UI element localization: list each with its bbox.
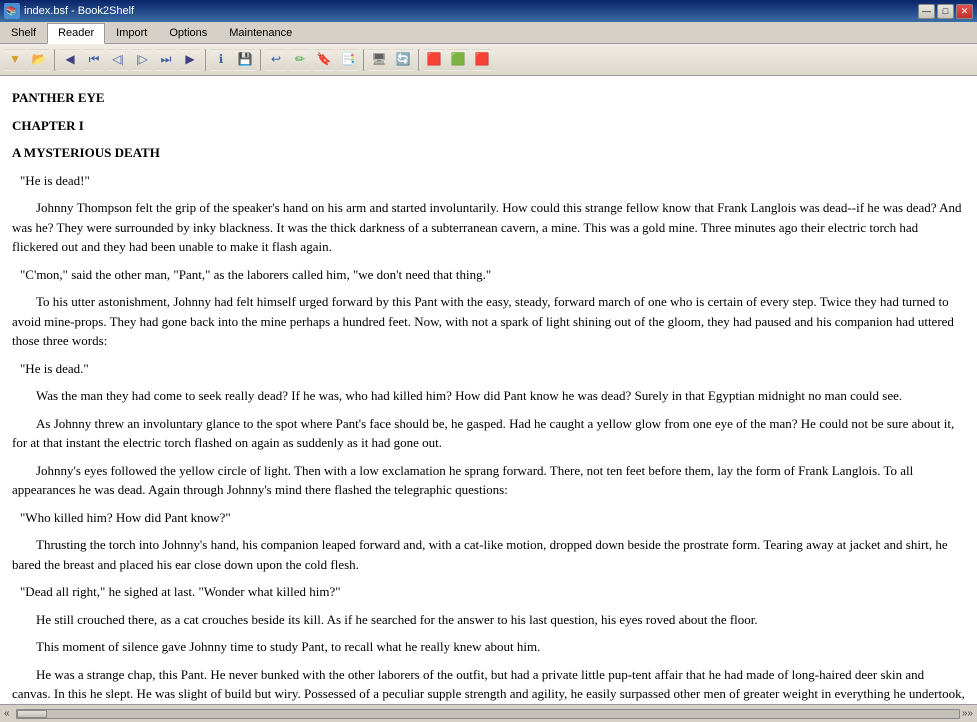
menu-bar: Shelf Reader Import Options Maintenance: [0, 22, 977, 44]
back-button[interactable]: ◀: [59, 49, 81, 71]
tab-maintenance[interactable]: Maintenance: [218, 22, 303, 43]
close-button[interactable]: ✕: [956, 4, 973, 19]
app-icon: 📚: [4, 3, 20, 19]
window-controls: — □ ✕: [918, 4, 973, 19]
paragraph-13: This moment of silence gave Johnny time …: [12, 637, 965, 657]
paragraph-7: As Johnny threw an involuntary glance to…: [12, 414, 965, 453]
paragraph-9: "Who killed him? How did Pant know?": [12, 508, 965, 528]
book-content[interactable]: PANTHER EYE CHAPTER I A MYSTERIOUS DEATH…: [0, 76, 977, 704]
bookmark-mgr-button[interactable]: 📑: [337, 49, 359, 71]
paragraph-1: "He is dead!": [12, 171, 965, 191]
toolbar-separator-2: [205, 49, 206, 71]
red-action-button[interactable]: 🟥: [423, 49, 445, 71]
tab-reader[interactable]: Reader: [47, 23, 105, 44]
app-title: index.bsf - Book2Shelf: [24, 5, 134, 17]
edit-button[interactable]: ✏: [289, 49, 311, 71]
forward-button[interactable]: ⏭: [155, 49, 177, 71]
open-dropdown-button[interactable]: ▼: [4, 49, 26, 71]
horizontal-scrollbar[interactable]: [16, 709, 960, 719]
toolbar-separator-5: [418, 49, 419, 71]
open-button[interactable]: 📂: [28, 49, 50, 71]
toolbar-separator-3: [260, 49, 261, 71]
minimize-button[interactable]: —: [918, 4, 935, 19]
toolbar: ▼ 📂 ◀ ⏮ ◁| |▷ ⏭ ▶ ℹ 💾 ↩ ✏ 🔖 📑 🖥 🔄 🟥 🟩 🟥: [0, 44, 977, 76]
paragraph-10: Thrusting the torch into Johnny's hand, …: [12, 535, 965, 574]
paragraph-3: "C'mon," said the other man, "Pant," as …: [12, 265, 965, 285]
paragraph-4: To his utter astonishment, Johnny had fe…: [12, 292, 965, 351]
paragraph-6: Was the man they had come to seek really…: [12, 386, 965, 406]
title-bar: 📚 index.bsf - Book2Shelf — □ ✕: [0, 0, 977, 22]
scrollbar-thumb[interactable]: [17, 710, 47, 718]
bookmark-add-button[interactable]: 🔖: [313, 49, 335, 71]
undo-button[interactable]: ↩: [265, 49, 287, 71]
scroll-left-icon[interactable]: «: [4, 708, 10, 719]
paragraph-8: Johnny's eyes followed the yellow circle…: [12, 461, 965, 500]
paragraph-11: "Dead all right," he sighed at last. "Wo…: [12, 582, 965, 602]
status-bar: « »»: [0, 704, 977, 722]
section-title: A MYSTERIOUS DEATH: [12, 143, 965, 163]
title-bar-left: 📚 index.bsf - Book2Shelf: [4, 3, 134, 19]
paragraph-14: He was a strange chap, this Pant. He nev…: [12, 665, 965, 705]
green-action-button[interactable]: 🟩: [447, 49, 469, 71]
close-action-button[interactable]: 🟥: [471, 49, 493, 71]
paragraph-12: He still crouched there, as a cat crouch…: [12, 610, 965, 630]
maximize-button[interactable]: □: [937, 4, 954, 19]
paragraph-5: "He is dead.": [12, 359, 965, 379]
toolbar-separator-1: [54, 49, 55, 71]
prev-page-button[interactable]: ◁|: [107, 49, 129, 71]
info-button[interactable]: ℹ: [210, 49, 232, 71]
display-button[interactable]: 🖥: [368, 49, 390, 71]
tab-options[interactable]: Options: [158, 22, 218, 43]
paragraph-2: Johnny Thompson felt the grip of the spe…: [12, 198, 965, 257]
backward-button[interactable]: ⏮: [83, 49, 105, 71]
chapter-heading: CHAPTER I: [12, 116, 965, 136]
next-page-button[interactable]: |▷: [131, 49, 153, 71]
scroll-right-icon[interactable]: »»: [962, 708, 973, 719]
toolbar-separator-4: [363, 49, 364, 71]
book-title: PANTHER EYE: [12, 88, 965, 108]
refresh-button[interactable]: 🔄: [392, 49, 414, 71]
export-button[interactable]: 💾: [234, 49, 256, 71]
tab-import[interactable]: Import: [105, 22, 158, 43]
forward2-button[interactable]: ▶: [179, 49, 201, 71]
tab-shelf[interactable]: Shelf: [0, 22, 47, 43]
